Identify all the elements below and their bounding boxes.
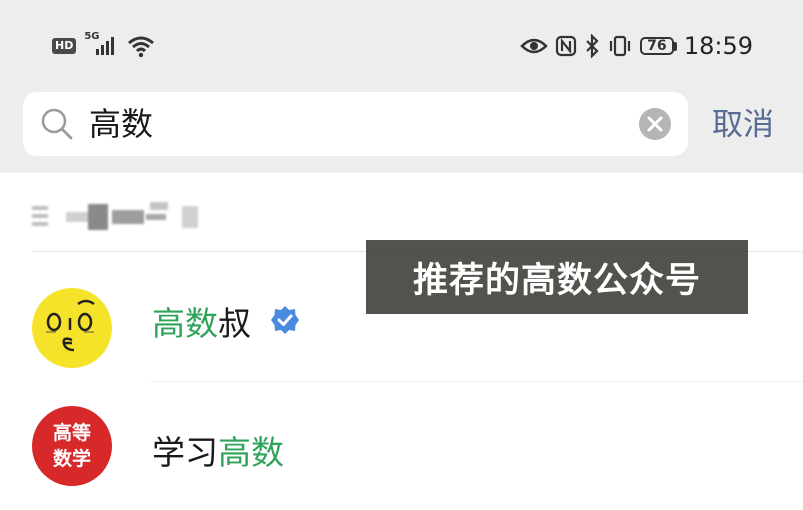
cancel-button[interactable]: 取消 <box>712 103 774 147</box>
overlay-caption: 推荐的高数公众号 <box>366 240 748 314</box>
signal-icon: 5G <box>84 31 118 57</box>
battery-tip <box>673 41 677 51</box>
battery-level: 76 <box>639 37 674 55</box>
clear-icon[interactable] <box>638 107 672 141</box>
wifi-icon <box>128 36 155 58</box>
nfc-icon <box>555 35 576 57</box>
battery-indicator: 76 <box>639 37 677 55</box>
cartoon-face-icon <box>46 299 95 352</box>
vibrate-icon <box>609 35 630 57</box>
search-input[interactable]: 高数 <box>23 92 688 156</box>
title-rest: 叔 <box>218 304 251 343</box>
result-title[interactable]: 高数叔 <box>152 297 251 345</box>
avatar <box>32 288 112 368</box>
status-bar-left: HD 5G <box>52 30 156 62</box>
top-header: HD 5G 76 18:59 高数 取消 <box>0 0 803 173</box>
title-highlight: 高数 <box>152 304 218 343</box>
avatar: 高等 数学 <box>32 406 112 486</box>
avatar-text-bottom: 数学 <box>52 448 91 470</box>
verified-badge-icon <box>271 306 299 334</box>
network-type: 5G <box>84 31 100 42</box>
eye-icon <box>520 38 548 54</box>
search-query[interactable]: 高数 <box>89 92 153 156</box>
result-title[interactable]: 学习高数 <box>152 426 284 474</box>
list-item[interactable]: 高等 数学 学习高数 <box>0 382 803 510</box>
bluetooth-icon <box>586 34 599 58</box>
search-icon <box>41 108 73 140</box>
title-highlight: 高数 <box>218 433 284 472</box>
clock: 18:59 <box>683 32 753 60</box>
hd-badge: HD <box>52 38 77 54</box>
title-prefix: 学习 <box>152 433 218 472</box>
avatar-text-top: 高等 <box>52 422 91 444</box>
status-bar-right: 76 18:59 <box>520 30 753 62</box>
